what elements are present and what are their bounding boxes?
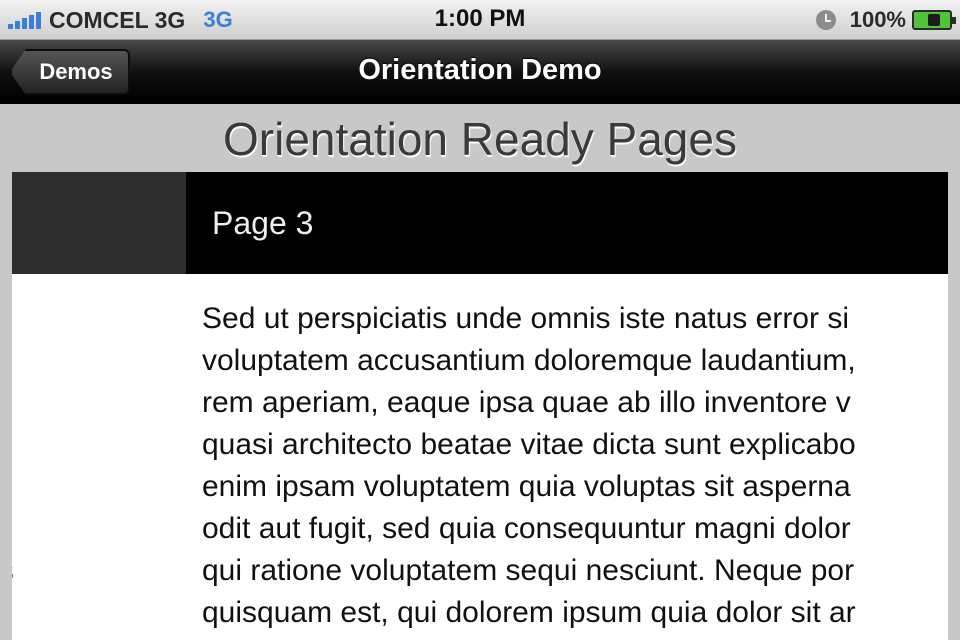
text-line: quasi architecto beatae vitae dicta sunt…: [202, 428, 856, 461]
text-line: et: [12, 508, 152, 550]
navigation-bar: Demos Orientation Demo: [0, 40, 960, 104]
text-line: cepturi: [12, 382, 152, 424]
text-line: nos: [12, 298, 152, 340]
battery-charging-icon: [912, 10, 956, 30]
main-content: Orientation Ready Pages noseleniticeptur…: [0, 104, 960, 640]
current-page-header: Page 3: [186, 172, 948, 274]
status-right: 100%: [815, 6, 956, 34]
text-line: odit aut fugit, sed quia consequuntur ma…: [202, 512, 851, 545]
text-line: eleniti: [12, 340, 152, 382]
text-line: s id quod: [12, 592, 152, 634]
text-line: oorum et: [12, 466, 152, 508]
text-line: voluptatem accusantium doloremque laudan…: [202, 344, 856, 377]
status-bar: COMCEL 3G 3G 1:00 PM 100%: [0, 0, 960, 40]
previous-page-header: [12, 172, 186, 274]
text-line: quisquam est, qui dolorem ipsum quia dol…: [202, 596, 856, 629]
text-line: uta nobis: [12, 550, 152, 592]
current-page-body: Sed ut perspiciatis unde omnis iste natu…: [186, 274, 948, 634]
page-carousel[interactable]: noseleniticepturisunt inoorum etetuta no…: [12, 172, 948, 640]
text-line: qui ratione voluptatem sequi nesciunt. N…: [202, 554, 855, 587]
previous-page[interactable]: noseleniticepturisunt inoorum etetuta no…: [12, 172, 186, 640]
text-line: rem aperiam, eaque ipsa quae ab illo inv…: [202, 386, 851, 419]
current-page[interactable]: Page 3 Sed ut perspiciatis unde omnis is…: [186, 172, 948, 640]
text-line: Sed ut perspiciatis unde omnis iste natu…: [202, 302, 849, 335]
page-heading: Orientation Ready Pages: [223, 113, 737, 165]
text-line: sunt in: [12, 424, 152, 466]
nav-title: Orientation Demo: [358, 54, 602, 86]
text-line: enim ipsam voluptatem quia voluptas sit …: [202, 470, 851, 503]
previous-page-body: noseleniticepturisunt inoorum etetuta no…: [12, 274, 186, 634]
alarm-clock-icon: [815, 10, 836, 30]
current-page-title: Page 3: [212, 204, 314, 241]
battery-percentage: 100%: [849, 7, 906, 32]
